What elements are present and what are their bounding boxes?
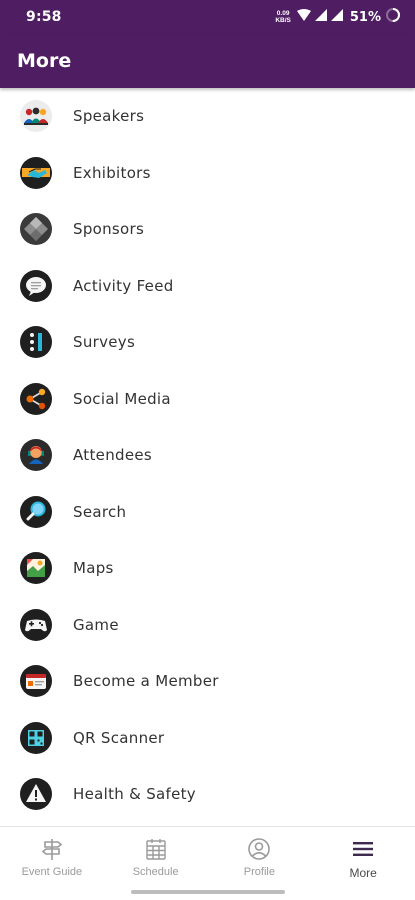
menu-item-label: Game	[73, 615, 119, 634]
signal-icon	[314, 8, 327, 26]
menu-item-label: Search	[73, 502, 127, 521]
qr-scanner-icon	[19, 721, 53, 755]
app-bar: More	[0, 34, 415, 88]
menu-item-qr-scanner[interactable]: QR Scanner	[0, 710, 415, 767]
nav-event-guide[interactable]: Event Guide	[0, 827, 104, 900]
menu-item-label: Activity Feed	[73, 276, 174, 295]
sponsors-icon	[19, 212, 53, 246]
nav-label: Event Guide	[21, 866, 83, 878]
menu-item-activity-feed[interactable]: Activity Feed	[0, 258, 415, 315]
maps-icon	[19, 551, 53, 585]
profile-icon	[246, 836, 272, 862]
surveys-icon	[19, 325, 53, 359]
nav-more[interactable]: More	[311, 827, 415, 900]
attendees-icon	[19, 438, 53, 472]
signpost-icon	[39, 836, 65, 862]
nav-label: Profile	[243, 866, 275, 878]
battery-icon	[385, 7, 401, 28]
status-time: 9:58	[26, 9, 62, 25]
menu-item-label: Speakers	[73, 107, 145, 126]
status-bar: 9:58 0.09 KB/S 51%	[0, 0, 415, 34]
game-icon	[19, 608, 53, 642]
battery-percent: 51%	[349, 9, 381, 25]
become-member-icon	[19, 664, 53, 698]
network-speed: 0.09 KB/S	[275, 10, 291, 24]
menu-item-label: Sponsors	[73, 220, 145, 239]
health-safety-icon	[19, 777, 53, 811]
activity-feed-icon	[19, 269, 53, 303]
page-title: More	[17, 50, 72, 72]
menu-item-label: Become a Member	[73, 672, 219, 691]
menu-item-label: Social Media	[73, 389, 171, 408]
exhibitors-icon	[19, 156, 53, 190]
menu-item-search[interactable]: Search	[0, 484, 415, 541]
menu-item-label: Surveys	[73, 333, 136, 352]
menu-item-label: Exhibitors	[73, 163, 151, 182]
gesture-navigation-bar[interactable]	[131, 890, 285, 894]
menu-item-label: QR Scanner	[73, 728, 165, 747]
speakers-icon	[19, 99, 53, 133]
wifi-icon	[296, 8, 311, 26]
menu-item-label: Attendees	[73, 446, 152, 465]
menu-item-maps[interactable]: Maps	[0, 540, 415, 597]
more-menu-list: Speakers Exhibitors Sponsors Activity Fe…	[0, 88, 415, 826]
menu-item-social-media[interactable]: Social Media	[0, 371, 415, 428]
network-speed-unit: KB/S	[275, 17, 291, 24]
menu-item-health-safety[interactable]: Health & Safety	[0, 766, 415, 823]
menu-item-game[interactable]: Game	[0, 597, 415, 654]
bottom-navigation: Event Guide Schedule Profile More	[0, 826, 415, 900]
menu-item-sponsors[interactable]: Sponsors	[0, 201, 415, 258]
nav-label: More	[349, 866, 377, 880]
search-icon	[19, 495, 53, 529]
menu-item-attendees[interactable]: Attendees	[0, 427, 415, 484]
signal-secondary-icon	[330, 8, 343, 26]
hamburger-menu-icon	[350, 836, 376, 862]
menu-item-label: Health & Safety	[73, 785, 196, 804]
menu-item-surveys[interactable]: Surveys	[0, 314, 415, 371]
menu-item-exhibitors[interactable]: Exhibitors	[0, 145, 415, 202]
nav-label: Schedule	[132, 866, 179, 878]
status-icons: 0.09 KB/S 51%	[275, 7, 401, 28]
social-media-icon	[19, 382, 53, 416]
menu-item-label: Maps	[73, 559, 114, 578]
menu-item-speakers[interactable]: Speakers	[0, 88, 415, 145]
calendar-icon	[143, 836, 169, 862]
menu-item-become-a-member[interactable]: Become a Member	[0, 653, 415, 710]
network-speed-value: 0.09	[276, 10, 290, 17]
